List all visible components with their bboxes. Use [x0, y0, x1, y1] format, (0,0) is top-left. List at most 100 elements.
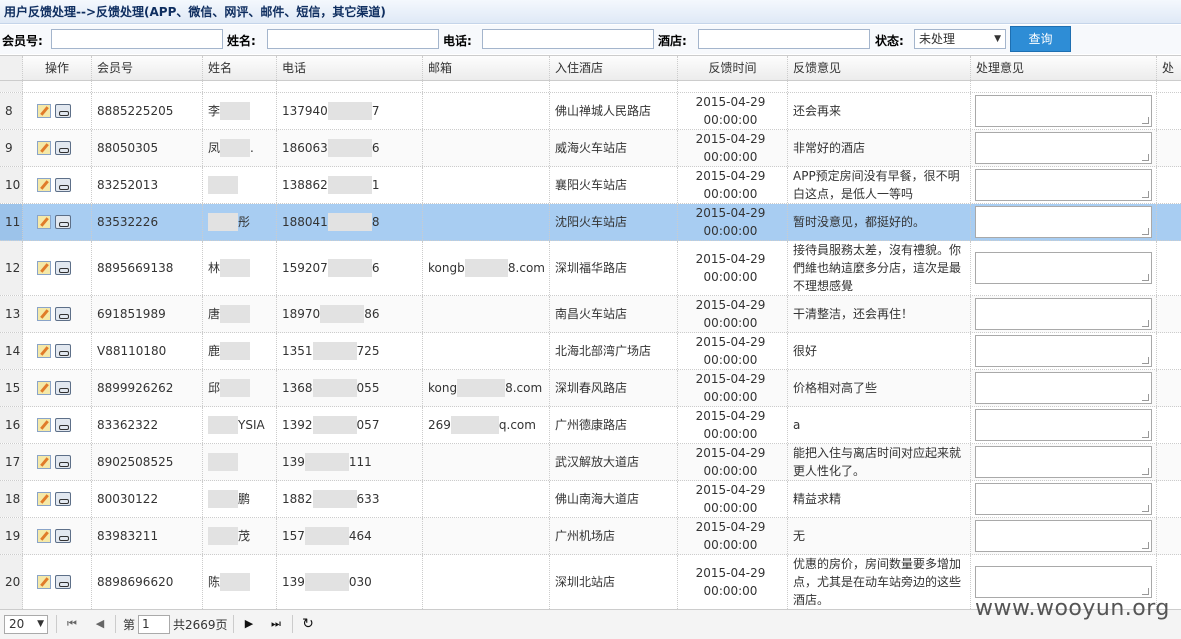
view-icon[interactable] [55, 492, 71, 506]
header-extra[interactable]: 处 [1157, 56, 1181, 80]
edit-icon[interactable] [37, 492, 51, 506]
table-row[interactable]: 19 83983211 茂 157 464 广州机场店 2015-04-29 00… [0, 518, 1181, 555]
edit-icon[interactable] [37, 529, 51, 543]
view-icon[interactable] [55, 261, 71, 275]
feedback-date: 2015-04-29 [695, 298, 766, 312]
prev-page-icon[interactable]: ◀ [92, 615, 108, 633]
view-icon[interactable] [55, 307, 71, 321]
name-cell: 鹏 [203, 481, 277, 517]
table-row[interactable]: 11 83532226 彤 188041 8 沈阳火车站店 2015-04-29 … [0, 204, 1181, 241]
edit-icon[interactable] [37, 178, 51, 192]
table-row[interactable]: 18 80030122 鹏 1882 633 佛山南海大道店 2015-04-29… [0, 481, 1181, 518]
table-row[interactable]: 16 83362322 YSIA 1392 057 269 q.com 广州德康路店… [0, 407, 1181, 444]
row-number: 8 [0, 93, 23, 129]
edit-icon[interactable] [37, 261, 51, 275]
table-row[interactable]: 17 8902508525 139 111 武汉解放大道店 2015-04-29 … [0, 444, 1181, 481]
view-icon[interactable] [55, 575, 71, 589]
header-reply[interactable]: 处理意见 [971, 56, 1157, 80]
header-phone[interactable]: 电话 [277, 56, 423, 80]
edit-icon[interactable] [37, 575, 51, 589]
row-actions [23, 204, 92, 240]
reply-textarea[interactable] [975, 409, 1152, 441]
row-actions [23, 518, 92, 554]
edit-icon[interactable] [37, 455, 51, 469]
reply-textarea[interactable] [975, 206, 1152, 238]
view-icon[interactable] [55, 141, 71, 155]
view-icon[interactable] [55, 104, 71, 118]
reply-textarea[interactable] [975, 483, 1152, 515]
member-input[interactable] [51, 29, 223, 49]
phone-input[interactable] [482, 29, 654, 49]
reply-textarea[interactable] [975, 372, 1152, 404]
page-title: 用户反馈处理-->反馈处理(APP、微信、网评、邮件、短信，其它渠道) [0, 0, 1181, 24]
header-name[interactable]: 姓名 [203, 56, 277, 80]
time-cell: 2015-04-29 00:00:00 [678, 93, 788, 129]
reply-textarea[interactable] [975, 446, 1152, 478]
status-label: 状态: [875, 34, 904, 48]
refresh-icon[interactable]: ↻ [300, 615, 316, 633]
row-number: 20 [0, 555, 23, 609]
edit-icon[interactable] [37, 141, 51, 155]
redacted-blur [312, 416, 357, 434]
reply-textarea[interactable] [975, 132, 1152, 164]
phone-cell: 159207 6 [277, 241, 423, 295]
next-page-icon[interactable]: ▶ [241, 615, 257, 633]
view-icon[interactable] [55, 215, 71, 229]
header-time[interactable]: 反馈时间 [678, 56, 788, 80]
reply-cell [971, 481, 1157, 517]
table-row[interactable]: 15 8899926262 邱 1368 055 kong 8.com 深圳春风路店… [0, 370, 1181, 407]
reply-textarea[interactable] [975, 252, 1152, 284]
feedback-date: 2015-04-29 [695, 566, 766, 580]
time-cell: 2015-04-29 00:00:00 [678, 407, 788, 443]
edit-icon[interactable] [37, 381, 51, 395]
table-row[interactable]: 10 83252013 138862 1 襄阳火车站店 2015-04-29 00… [0, 167, 1181, 204]
phone-suffix: 86 [364, 307, 380, 321]
reply-textarea[interactable] [975, 95, 1152, 127]
status-select[interactable]: 未处理 ▼ [914, 29, 1006, 49]
name-input[interactable] [267, 29, 439, 49]
reply-textarea[interactable] [975, 520, 1152, 552]
phone-label: 电话: [443, 34, 472, 48]
feedback-cell: 干清整洁，还会再住！ [788, 296, 971, 332]
table-row[interactable]: 12 8895669138 林 159207 6 kongb 8.com 深圳福华路… [0, 241, 1181, 296]
last-page-icon[interactable]: ⏭ [268, 615, 284, 633]
edit-icon[interactable] [37, 215, 51, 229]
edit-icon[interactable] [37, 418, 51, 432]
reply-textarea[interactable] [975, 566, 1152, 598]
view-icon[interactable] [55, 529, 71, 543]
view-icon[interactable] [55, 344, 71, 358]
table-row[interactable]: 13 691851989 唐 18970 86 南昌火车站店 2015-04-29… [0, 296, 1181, 333]
row-actions [23, 93, 92, 129]
view-icon[interactable] [55, 455, 71, 469]
reply-textarea[interactable] [975, 169, 1152, 201]
row-actions [23, 241, 92, 295]
edit-icon[interactable] [37, 344, 51, 358]
feedback-date: 2015-04-29 [695, 95, 766, 109]
feedback-time: 00:00:00 [703, 270, 758, 284]
table-row[interactable]: 8 8885225205 李 137940 7 佛山禅城人民路店 2015-04-… [0, 93, 1181, 130]
redacted-blur [208, 527, 238, 545]
header-email[interactable]: 邮箱 [423, 56, 550, 80]
view-icon[interactable] [55, 178, 71, 192]
page-size-select[interactable]: 20 ▼ [4, 615, 48, 634]
hotel-input[interactable] [698, 29, 870, 49]
header-member[interactable]: 会员号 [92, 56, 203, 80]
query-button[interactable]: 查询 [1010, 26, 1071, 52]
header-action[interactable]: 操作 [23, 56, 92, 80]
reply-textarea[interactable] [975, 335, 1152, 367]
table-row[interactable]: 9 88050305 凤. 186063 6 威海火车站店 2015-04-29 … [0, 130, 1181, 167]
header-feedback[interactable]: 反馈意见 [788, 56, 971, 80]
email-cell [423, 93, 550, 129]
reply-textarea[interactable] [975, 298, 1152, 330]
page-input[interactable]: 1 [138, 615, 170, 634]
view-icon[interactable] [55, 418, 71, 432]
edit-icon[interactable] [37, 307, 51, 321]
header-hotel[interactable]: 入住酒店 [550, 56, 678, 80]
redacted-blur [457, 379, 506, 397]
first-page-icon[interactable]: ⏮ [64, 615, 80, 633]
view-icon[interactable] [55, 381, 71, 395]
edit-icon[interactable] [37, 104, 51, 118]
phone-suffix: 633 [356, 492, 380, 506]
feedback-cell: 还会再来 [788, 93, 971, 129]
table-row[interactable]: 14 V88110180 鹿 1351 725 北海北部湾广场店 2015-04-… [0, 333, 1181, 370]
